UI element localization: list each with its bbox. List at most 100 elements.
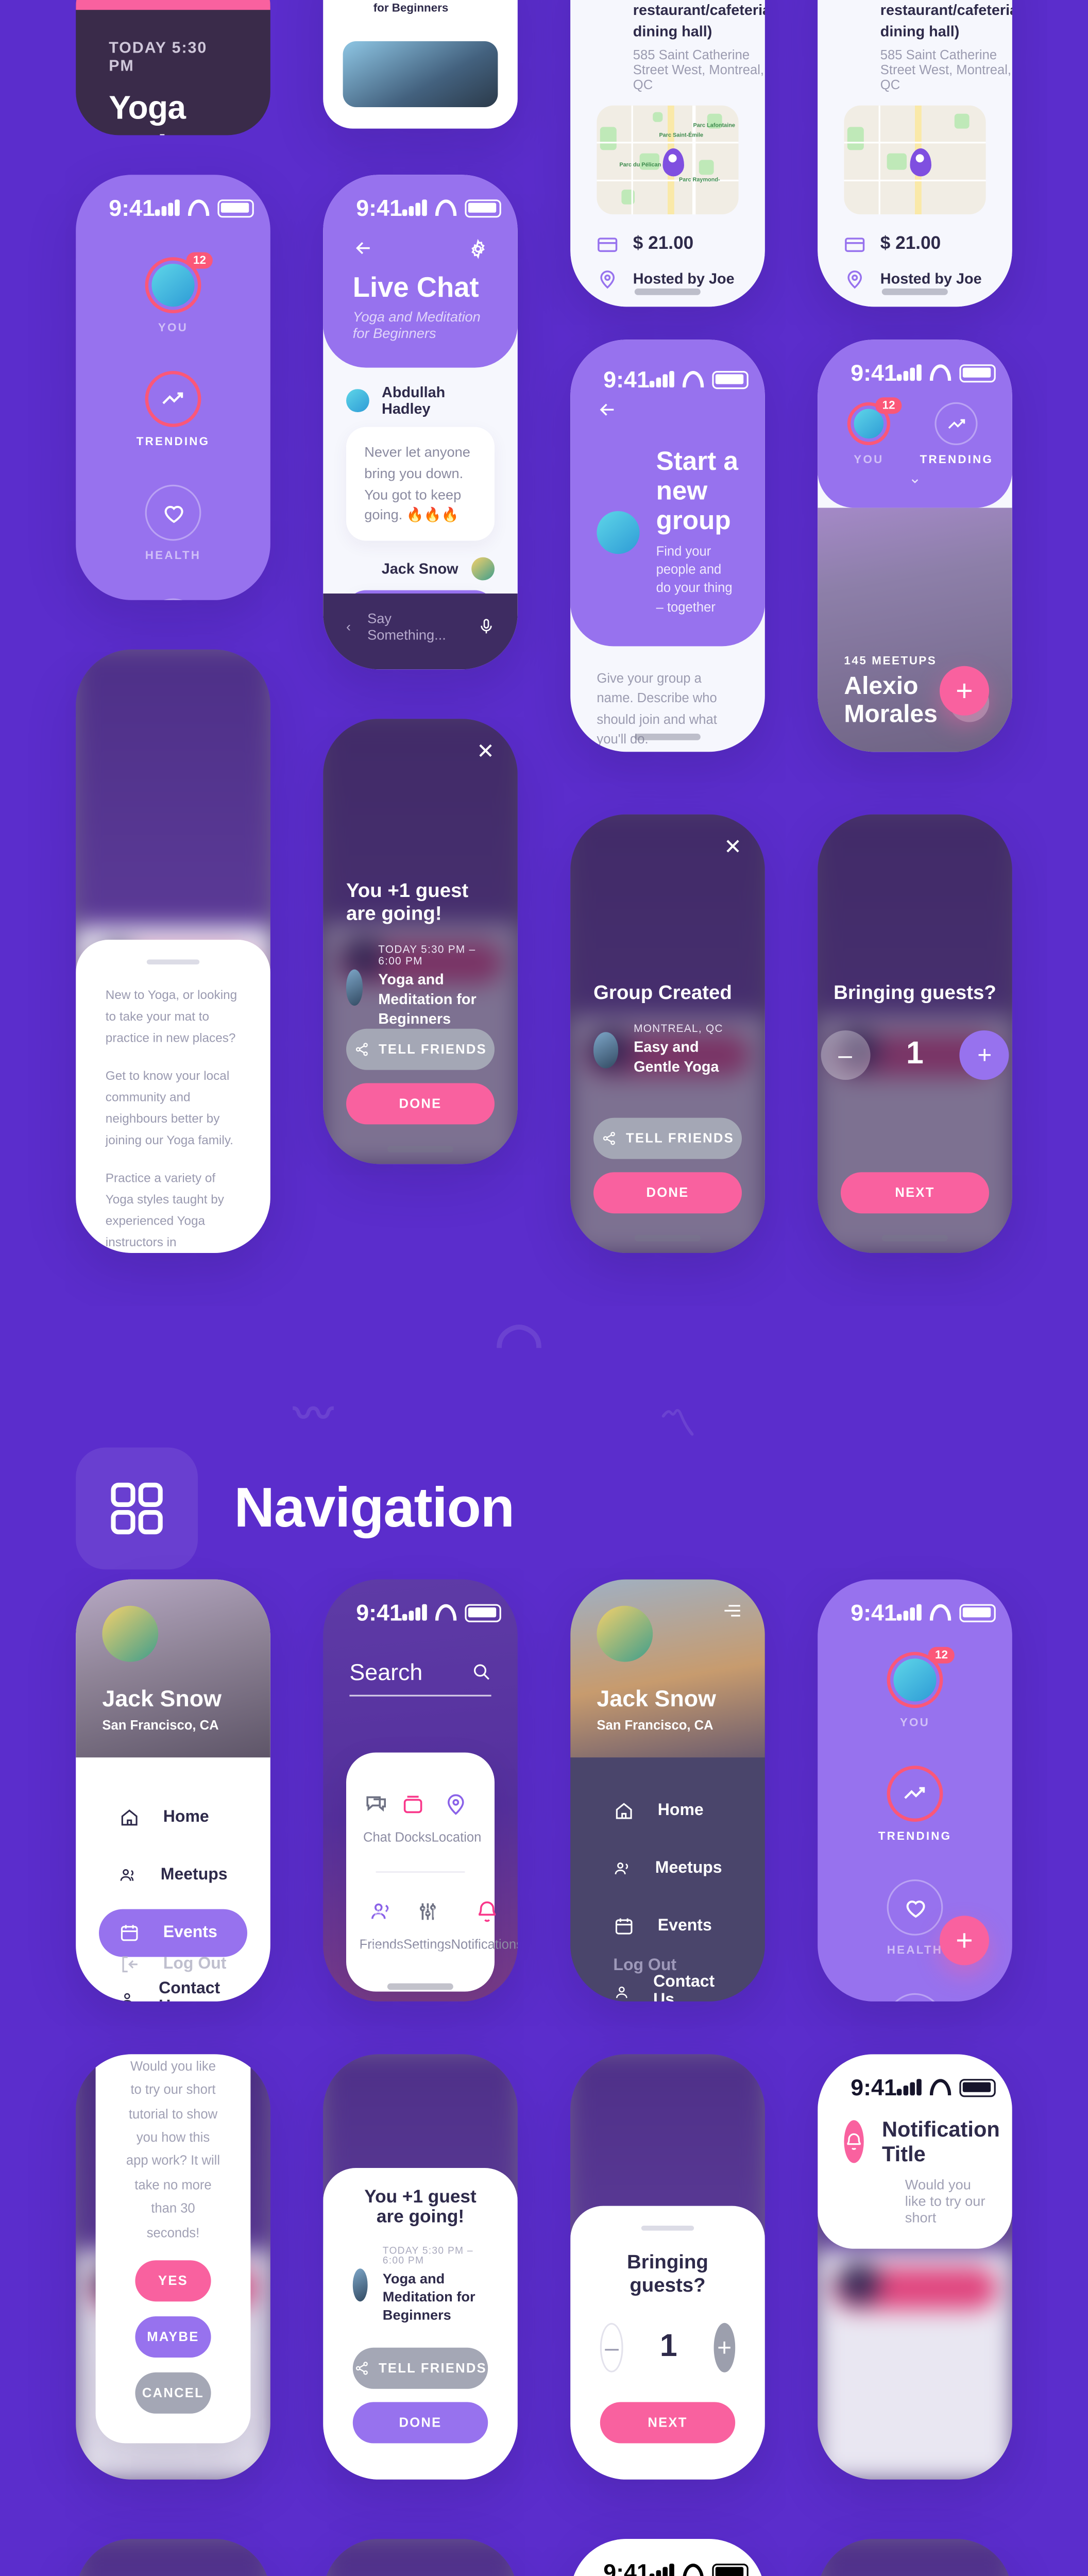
hamburger-icon[interactable] bbox=[722, 1602, 742, 1619]
bottom-row-screen-2[interactable] bbox=[323, 2539, 518, 2576]
sidebar-item-meetups[interactable]: Meetups bbox=[593, 1845, 742, 1893]
new-group-header: 9:41 Start a new group Find your people … bbox=[570, 340, 765, 646]
event-detail-screen-1[interactable]: The Bay Department Store (7th Floor rest… bbox=[570, 0, 765, 307]
chat-message-bubble[interactable]: Never let anyone bring you down. You got… bbox=[346, 427, 495, 541]
home-indicator bbox=[881, 1234, 948, 1242]
sheet-grab-handle[interactable] bbox=[641, 2226, 694, 2231]
microphone-icon[interactable] bbox=[478, 618, 495, 635]
add-fab-button[interactable]: + bbox=[940, 666, 989, 716]
event-card-preview[interactable]: TODAY 5:30 PM Yoga and Meditation for Be… bbox=[323, 0, 518, 129]
sidebar-item-health[interactable]: HEALTH bbox=[887, 1879, 943, 1957]
venue-map[interactable]: Parc Lafontaine Parc Saint-Émile Parc du… bbox=[597, 105, 739, 214]
shortcut-location[interactable]: Location bbox=[432, 1779, 481, 1858]
start-new-group-screen[interactable]: 9:41 Start a new group Find your people … bbox=[570, 340, 765, 752]
next-button[interactable]: NEXT bbox=[600, 2402, 736, 2444]
live-chat-screen[interactable]: 9:41 Live Chat Yoga and Meditation for B… bbox=[323, 175, 518, 670]
chat-input[interactable]: Say Something... bbox=[367, 610, 462, 643]
increment-button[interactable]: + bbox=[713, 2323, 736, 2372]
decrement-button[interactable]: – bbox=[600, 2323, 624, 2372]
close-icon[interactable]: ✕ bbox=[477, 739, 495, 765]
tell-friends-button[interactable]: TELL FRIENDS bbox=[346, 1028, 495, 1070]
chevron-down-icon[interactable]: ⌄ bbox=[818, 470, 1012, 488]
done-button[interactable]: DONE bbox=[352, 2402, 488, 2444]
navigation-drawer-light[interactable]: Jack Snow San Francisco, CA Home Meetups… bbox=[76, 1579, 270, 2002]
bringing-guests-screen[interactable]: Bringing guests? – 1 + NEXT bbox=[818, 814, 1012, 1253]
gear-icon[interactable] bbox=[468, 238, 488, 258]
bottom-row-screen-4[interactable] bbox=[818, 2539, 1012, 2576]
bringing-guests-sheet-screen[interactable]: Bringing guests? – 1 + NEXT bbox=[570, 2054, 765, 2480]
sidebar-item-music[interactable]: MUSIC bbox=[887, 1993, 943, 2002]
grid-icon bbox=[76, 1447, 198, 1570]
done-button[interactable]: DONE bbox=[593, 1172, 742, 1214]
search-input[interactable]: Search bbox=[349, 1658, 422, 1685]
decorative-mark: 〰 bbox=[293, 1393, 333, 1438]
sidebar-item-health[interactable]: HEALTH bbox=[145, 484, 201, 562]
sidebar-item-you[interactable]: 12 YOU bbox=[887, 1647, 955, 1730]
shortcut-chat[interactable]: Chat bbox=[360, 1779, 395, 1858]
done-button[interactable]: DONE bbox=[346, 1083, 495, 1125]
avatar bbox=[854, 409, 884, 439]
sidebar-item-home[interactable]: Home bbox=[99, 1794, 247, 1842]
notification-toast-screen[interactable]: 9:41 Notification Title Would you like t… bbox=[818, 2054, 1012, 2480]
group-created-screen[interactable]: ✕ Group Created MONTREAL, QC Easy and Ge… bbox=[570, 814, 765, 1253]
logout-button[interactable]: Log Out bbox=[118, 1954, 226, 1975]
drawer-user-name: Jack Snow bbox=[597, 1685, 716, 1711]
sidebar-item-you[interactable]: 12 YOU bbox=[145, 252, 213, 335]
ui-kit-canvas: TODAY 5:30 PM Yoga and Meditation for Be… bbox=[0, 0, 1088, 2576]
logout-button[interactable]: Log Out bbox=[613, 1957, 676, 1975]
tell-friends-button[interactable]: TELL FRIENDS bbox=[593, 1117, 742, 1159]
tell-friends-label: TELL FRIENDS bbox=[626, 1131, 734, 1146]
avatar bbox=[102, 1605, 159, 1662]
sidebar-item-events[interactable]: Events bbox=[593, 1903, 742, 1951]
battery-icon bbox=[711, 370, 748, 388]
search-screen[interactable]: 9:41 Search Chat Docks Location Friends … bbox=[323, 1579, 518, 2002]
chat-subtitle: Yoga and Meditation for Beginners bbox=[352, 308, 481, 342]
back-arrow-icon[interactable] bbox=[597, 399, 618, 420]
card-icon bbox=[845, 237, 865, 252]
sidebar-item-trending[interactable]: TRENDING bbox=[878, 1766, 952, 1843]
preview-image bbox=[343, 41, 498, 107]
close-icon[interactable]: ✕ bbox=[724, 834, 742, 860]
sidebar-item-events[interactable]: Events bbox=[99, 1909, 247, 1957]
going-confirmation-screen[interactable]: ✕ You +1 guest are going! TODAY 5:30 PM … bbox=[323, 719, 518, 1164]
bottom-row-screen-1[interactable] bbox=[76, 2539, 270, 2576]
bottom-row-screen-3[interactable]: 9:41 Notification Title bbox=[570, 2539, 765, 2576]
decrement-button[interactable]: – bbox=[820, 1030, 870, 1080]
event-hero-card[interactable]: TODAY 5:30 PM Yoga and Meditation for Be… bbox=[76, 0, 270, 135]
wifi-icon bbox=[187, 199, 209, 216]
notification-toast[interactable]: 9:41 Notification Title Would you like t… bbox=[818, 2054, 1012, 2249]
back-arrow-icon[interactable] bbox=[353, 238, 375, 259]
chat-composer[interactable]: ‹ Say Something... bbox=[323, 594, 518, 670]
going-confirmation-screen-2[interactable]: You +1 guest are going! TODAY 5:30 PM – … bbox=[323, 2054, 518, 2480]
navigation-drawer-dark[interactable]: Jack Snow San Francisco, CA Home Meetups… bbox=[570, 1579, 765, 2002]
sidebar-item-trending[interactable]: TRENDING bbox=[137, 371, 210, 448]
tab-trending[interactable]: TRENDING bbox=[920, 402, 994, 467]
avatar bbox=[352, 2269, 368, 2302]
add-fab-button[interactable]: + bbox=[940, 1916, 989, 1965]
sheet-grab-handle[interactable] bbox=[146, 959, 200, 964]
profile-screen[interactable]: 9:41 12 YOU TRENDING ⌄ 145 MEETUPS Alexi… bbox=[818, 340, 1012, 752]
avatar bbox=[471, 557, 495, 581]
tell-friends-button[interactable]: TELL FRIENDS bbox=[352, 2347, 488, 2389]
sidebar-item-meetups[interactable]: Meetups bbox=[99, 1852, 247, 1900]
cancel-button[interactable]: CANCEL bbox=[135, 2372, 211, 2414]
yes-button[interactable]: YES bbox=[135, 2260, 211, 2302]
maybe-button[interactable]: MAYBE bbox=[135, 2316, 211, 2358]
increment-button[interactable]: + bbox=[960, 1030, 1010, 1080]
category-rail-screen-2[interactable]: 9:41 12 YOU TRENDING HEALTH + bbox=[818, 1579, 1012, 2002]
chat-sender-name: Abdullah Hadley bbox=[382, 384, 446, 417]
back-chevron-icon[interactable]: ‹ bbox=[346, 618, 351, 635]
battery-icon bbox=[958, 2078, 995, 2096]
description-sheet-screen[interactable]: New to Yoga, or looking to take your mat… bbox=[76, 649, 270, 1253]
search-icon[interactable] bbox=[471, 1662, 491, 1682]
sidebar-item-music[interactable]: MUSIC bbox=[145, 598, 201, 600]
venue-map[interactable] bbox=[844, 105, 986, 214]
tab-you[interactable]: 12 YOU bbox=[847, 397, 902, 467]
confirm-dialog-screen[interactable]: Are you sure? Would you like to try our … bbox=[76, 2054, 270, 2480]
status-bar: 9:41 bbox=[76, 175, 270, 227]
next-button[interactable]: NEXT bbox=[841, 1172, 989, 1214]
shortcut-docks[interactable]: Docks bbox=[395, 1779, 432, 1858]
category-rail-screen[interactable]: 9:41 12 YOU TRENDING HEALTH bbox=[76, 175, 270, 600]
sidebar-item-home[interactable]: Home bbox=[593, 1787, 742, 1835]
event-detail-screen-2[interactable]: The Bay Department Store (7th Floor rest… bbox=[818, 0, 1012, 307]
